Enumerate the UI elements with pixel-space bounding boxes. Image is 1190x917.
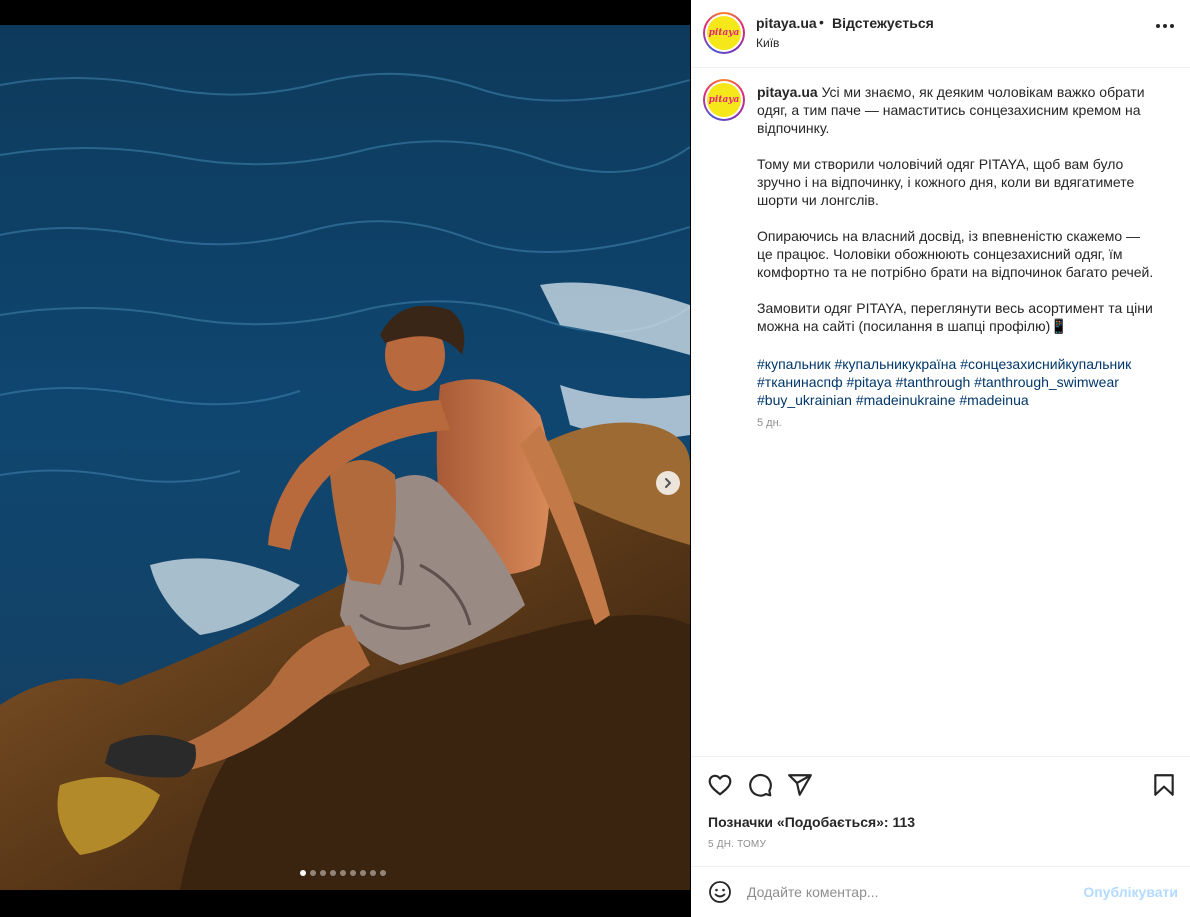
carousel-dot	[350, 870, 356, 876]
separator-dot: •	[819, 14, 824, 30]
carousel-dot	[380, 870, 386, 876]
post-username[interactable]: pitaya.ua	[756, 15, 817, 31]
caption-avatar[interactable]: pitaya	[703, 79, 745, 121]
hashtag-link[interactable]: #купальник	[757, 356, 831, 372]
caption-time: 5 дн.	[757, 417, 782, 429]
post-media	[0, 25, 690, 890]
carousel-dot	[310, 870, 316, 876]
avatar[interactable]: pitaya	[703, 12, 745, 54]
hashtag-link[interactable]: #madeinua	[959, 392, 1028, 408]
caption-area: pitaya pitaya.ua Усі ми знаємо, як деяки…	[691, 69, 1190, 755]
hashtag-link[interactable]: #сонцезахиснийкупальник	[960, 356, 1131, 372]
carousel-dot	[320, 870, 326, 876]
post-side-panel: pitaya pitaya.ua • Відстежується Київ pi…	[691, 0, 1190, 917]
post-modal: pitaya pitaya.ua • Відстежується Київ pi…	[0, 0, 1190, 917]
carousel-dot	[340, 870, 346, 876]
comment-input[interactable]	[747, 879, 1057, 905]
likes-count[interactable]: Позначки «Подобається»: 113	[708, 814, 915, 830]
hashtag-list: #купальник #купальникукраїна #сонцезахис…	[757, 355, 1157, 409]
hashtag-link[interactable]: #pitaya	[846, 374, 891, 390]
share-icon[interactable]	[787, 772, 813, 798]
more-horizontal-icon[interactable]	[1156, 24, 1174, 28]
hashtag-link[interactable]: #купальникукраїна	[834, 356, 956, 372]
hashtag-link[interactable]: #tanthrough	[896, 374, 971, 390]
emoji-icon[interactable]	[708, 880, 732, 904]
hashtag-link[interactable]: #тканинаспф	[757, 374, 843, 390]
avatar-logo-text: pitaya	[708, 95, 740, 105]
post-header: pitaya pitaya.ua • Відстежується Київ	[691, 0, 1190, 68]
avatar-logo-text: pitaya	[708, 28, 740, 38]
post-location[interactable]: Київ	[756, 36, 779, 50]
carousel-dot	[330, 870, 336, 876]
hashtag-link[interactable]: #madeinukraine	[856, 392, 956, 408]
post-actions: Позначки «Подобається»: 113 5 ДН. ТОМУ	[691, 756, 1190, 866]
post-photo	[0, 25, 690, 890]
post-caption: pitaya.ua Усі ми знаємо, як деяким чолов…	[757, 83, 1157, 335]
carousel-dot	[300, 870, 306, 876]
post-time: 5 ДН. ТОМУ	[708, 839, 767, 850]
carousel-next-button[interactable]	[656, 471, 680, 495]
hashtag-link[interactable]: #buy_ukrainian	[757, 392, 852, 408]
following-button[interactable]: Відстежується	[832, 15, 934, 31]
carousel-dot	[370, 870, 376, 876]
publish-button[interactable]: Опублікувати	[1083, 884, 1178, 900]
comment-bar: Опублікувати	[691, 866, 1190, 917]
heart-icon[interactable]	[707, 772, 733, 798]
hashtag-link[interactable]: #tanthrough_swimwear	[974, 374, 1119, 390]
chevron-right-icon	[665, 478, 671, 488]
comment-icon[interactable]	[747, 772, 773, 798]
caption-username[interactable]: pitaya.ua	[757, 84, 818, 100]
bookmark-icon[interactable]	[1151, 772, 1177, 798]
carousel-indicator	[300, 870, 386, 876]
caption-text: Усі ми знаємо, як деяким чоловікам важко…	[757, 84, 1154, 334]
carousel-dot	[360, 870, 366, 876]
